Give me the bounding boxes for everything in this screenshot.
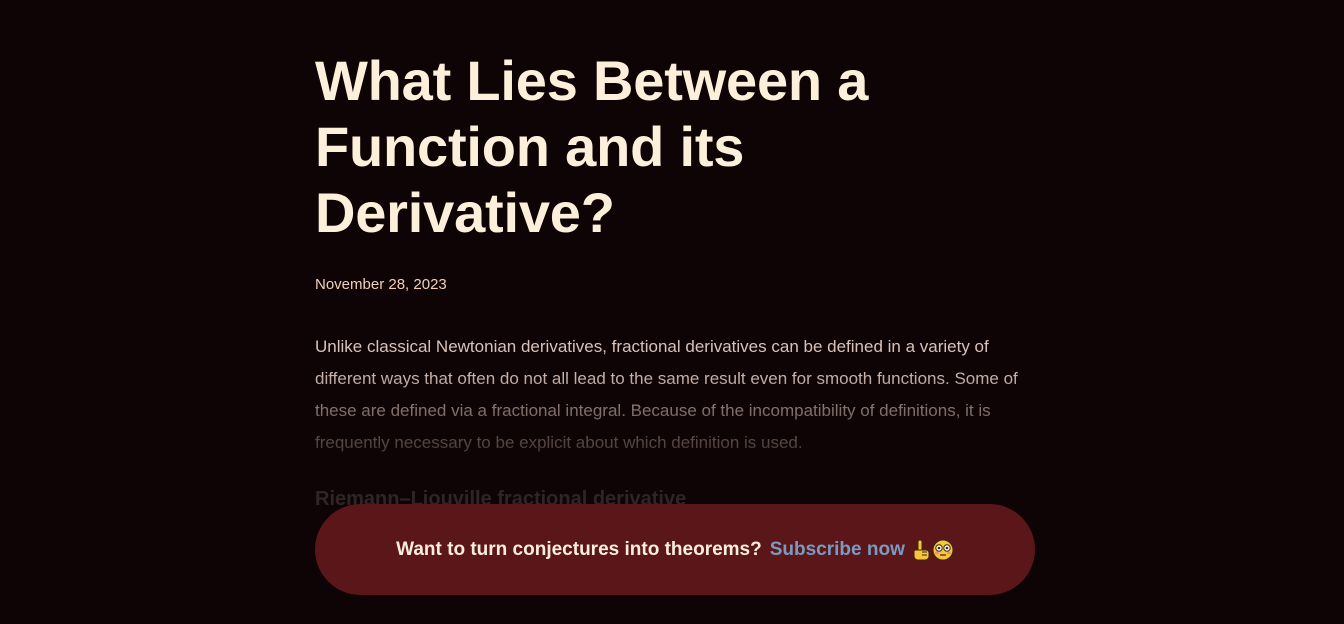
subscribe-prompt: Want to turn conjectures into theorems? — [396, 538, 762, 560]
article-body: Unlike classical Newtonian derivatives, … — [315, 331, 1035, 513]
subscribe-emojis — [911, 539, 954, 561]
article-title-line-1: What Lies Between a — [315, 49, 869, 112]
article-title-line-2: Function and its Derivative? — [315, 115, 745, 244]
subscribe-banner: Want to turn conjectures into theorems? … — [315, 504, 1035, 595]
intro-paragraph: Unlike classical Newtonian derivatives, … — [315, 337, 1018, 452]
page: What Lies Between a Function and its Der… — [0, 0, 1344, 624]
article: What Lies Between a Function and its Der… — [315, 48, 1035, 513]
flushed-face-icon — [932, 539, 954, 560]
article-title: What Lies Between a Function and its Der… — [315, 48, 1035, 246]
publish-date: November 28, 2023 — [315, 276, 447, 293]
pointing-up-icon — [913, 539, 930, 560]
subscribe-link[interactable]: Subscribe now — [770, 539, 905, 561]
